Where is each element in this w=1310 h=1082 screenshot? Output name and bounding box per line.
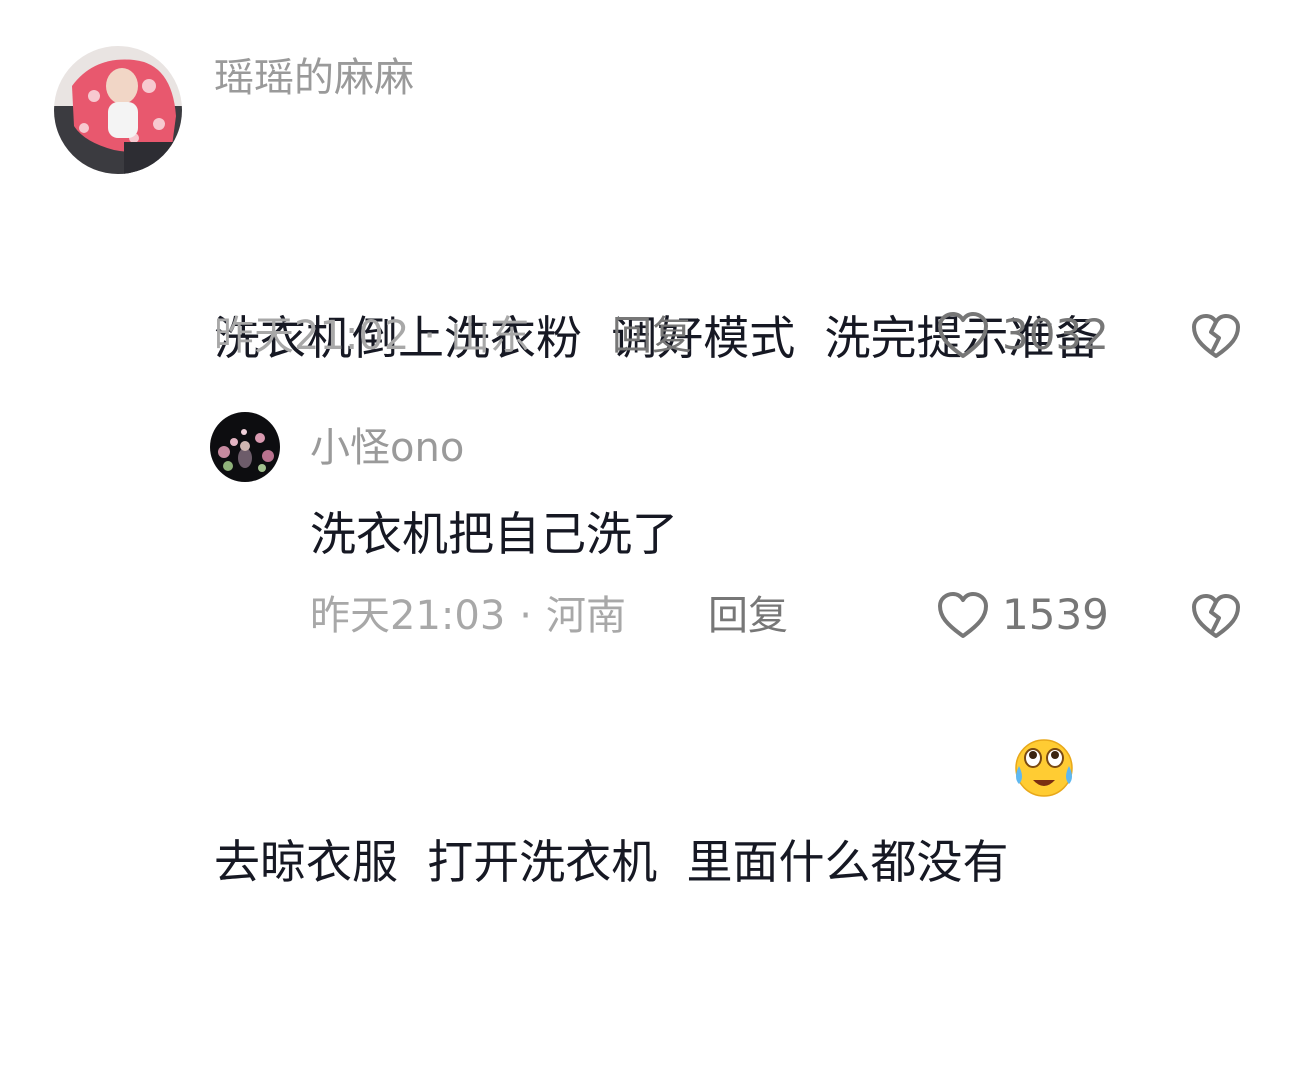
timestamp: 昨天21:02 — [214, 313, 410, 359]
like-count: 3032 — [1002, 310, 1109, 359]
broken-heart-icon — [1190, 312, 1242, 360]
reply-comment-item: 小怪ono 洗衣机把自己洗了 昨天21:03 · 河南 回复 1539 — [0, 380, 1310, 692]
separator: · — [423, 313, 436, 359]
dislike-button[interactable] — [1190, 592, 1242, 640]
comment-item: 瑶瑶的麻麻 洗衣机倒上洗衣粉 调好模式 洗完提示准备 去晾衣服 打开洗衣机 里面… — [0, 0, 1310, 889]
reply-button[interactable]: 回复 — [612, 312, 692, 360]
comment-meta: 昨天21:02 · 山东 — [214, 312, 530, 360]
like-button[interactable]: 3032 — [936, 310, 1109, 360]
comment-meta: 昨天21:03 · 河南 — [310, 592, 626, 640]
like-button[interactable]: 1539 — [936, 590, 1109, 640]
separator: · — [519, 593, 532, 639]
avatar[interactable] — [54, 46, 182, 174]
avatar[interactable] — [210, 412, 280, 482]
timestamp: 昨天21:03 — [310, 593, 506, 639]
like-count: 1539 — [1002, 590, 1109, 639]
comment-text-segment: 去晾衣服 打开洗衣机 里面什么都没有 — [214, 835, 1009, 889]
heart-outline-icon — [936, 590, 990, 640]
location: 河南 — [546, 593, 626, 639]
location: 山东 — [450, 313, 530, 359]
broken-heart-icon — [1190, 592, 1242, 640]
dislike-button[interactable] — [1190, 312, 1242, 360]
username[interactable]: 瑶瑶的麻麻 — [214, 54, 414, 102]
reply-button[interactable]: 回复 — [708, 592, 788, 640]
comment-text: 洗衣机把自己洗了 — [310, 507, 678, 561]
username[interactable]: 小怪ono — [310, 424, 464, 472]
heart-outline-icon — [936, 310, 990, 360]
